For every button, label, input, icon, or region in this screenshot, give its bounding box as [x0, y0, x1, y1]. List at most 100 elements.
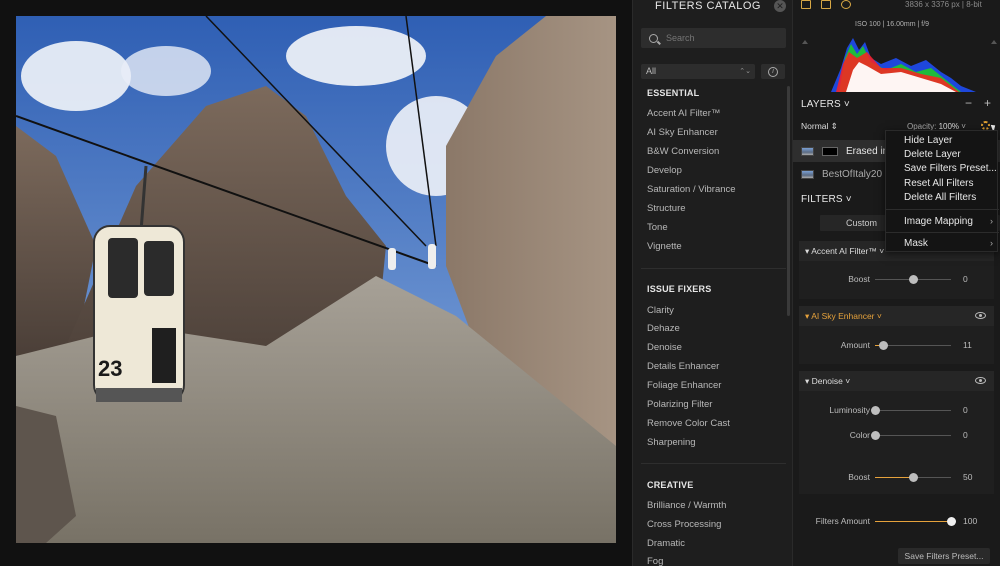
- section-divider: [641, 268, 786, 269]
- eye-icon[interactable]: [975, 312, 986, 319]
- panel-toolbar: [801, 0, 851, 9]
- menu-separator: [886, 232, 999, 233]
- filter-header-denoise[interactable]: ▾ Denoise ˅: [799, 371, 994, 391]
- layer-thumbnail: [801, 146, 814, 156]
- slider-label: Boost: [848, 274, 870, 284]
- slider-value[interactable]: 100: [963, 516, 983, 526]
- slider-fill: [875, 521, 951, 522]
- photo-preview[interactable]: 23: [16, 16, 616, 543]
- slider-knob[interactable]: [879, 341, 889, 350]
- layers-tools: − +: [965, 96, 991, 110]
- catalog-item[interactable]: Accent AI Filter™: [647, 108, 720, 119]
- catalog-item[interactable]: B&W Conversion: [647, 146, 719, 157]
- expand-triangle-icon: ▾: [805, 311, 810, 321]
- menu-item-delete-all-filters[interactable]: Delete All Filters: [904, 192, 976, 203]
- gear-icon[interactable]: [981, 121, 990, 130]
- filter-header-ai-sky-enhancer[interactable]: ▾ AI Sky Enhancer ˅: [799, 306, 994, 326]
- eye-icon[interactable]: [975, 377, 986, 384]
- catalog-item[interactable]: Tone: [647, 222, 668, 233]
- select-arrows-icon: ⌃⌄: [739, 68, 751, 75]
- slider-value[interactable]: 0: [963, 274, 983, 284]
- menu-item-reset-all-filters[interactable]: Reset All Filters: [904, 178, 973, 189]
- slider-track[interactable]: [871, 406, 951, 415]
- catalog-scrollbar[interactable]: [787, 86, 790, 316]
- filters-title[interactable]: FILTERS ˅: [801, 194, 852, 205]
- menu-item-delete-layer[interactable]: Delete Layer: [904, 149, 961, 160]
- catalog-item[interactable]: Saturation / Vibrance: [647, 184, 736, 195]
- section-creative: CREATIVE: [647, 480, 694, 490]
- menu-item-image-mapping[interactable]: Image Mapping: [904, 216, 973, 227]
- slider-fill: [875, 477, 913, 478]
- catalog-item[interactable]: Develop: [647, 165, 682, 176]
- catalog-item[interactable]: Remove Color Cast: [647, 418, 730, 429]
- search-icon: [649, 33, 658, 43]
- slider-value[interactable]: 0: [963, 405, 983, 415]
- slider-knob[interactable]: [947, 517, 956, 526]
- slider-boost[interactable]: Boost 50: [799, 471, 994, 485]
- layer-mask-thumbnail: [822, 146, 838, 156]
- slider-filters-amount[interactable]: Filters Amount 100: [799, 515, 994, 529]
- slider-track[interactable]: [875, 473, 951, 482]
- filter-name: Denoise: [811, 376, 843, 386]
- slider-value[interactable]: 11: [963, 340, 983, 350]
- layers-title[interactable]: LAYERS ˅: [801, 99, 850, 110]
- menu-item-hide-layer[interactable]: Hide Layer: [904, 135, 952, 146]
- info-button[interactable]: i: [761, 64, 785, 79]
- search-box[interactable]: [641, 28, 786, 48]
- slider-color[interactable]: Color 0: [799, 429, 994, 443]
- expand-triangle-icon: ▾: [805, 246, 810, 256]
- layer-context-menu: Hide Layer Delete Layer Save Filters Pre…: [885, 130, 999, 252]
- catalog-item[interactable]: AI Sky Enhancer: [647, 127, 718, 138]
- slider-value[interactable]: 0: [963, 430, 983, 440]
- adjustments-panel: 3836 x 3376 px | 8-bit ISO 100 | 16.00mm…: [792, 0, 1000, 566]
- select-arrows-icon: ⇕: [828, 121, 838, 131]
- catalog-item[interactable]: Clarity: [647, 305, 674, 316]
- image-canvas[interactable]: 23: [0, 0, 632, 566]
- slider-track[interactable]: [875, 341, 951, 350]
- slider-label: Amount: [840, 340, 870, 350]
- info-icon[interactable]: [841, 0, 851, 9]
- catalog-item[interactable]: Brilliance / Warmth: [647, 500, 726, 511]
- blend-mode-select[interactable]: Normal ⇕: [801, 121, 838, 132]
- filter-name: AI Sky Enhancer: [811, 311, 875, 321]
- layers-icon[interactable]: [821, 0, 831, 9]
- slider-knob[interactable]: [871, 406, 880, 415]
- catalog-item[interactable]: Fog: [647, 556, 663, 566]
- slider-track[interactable]: [875, 517, 956, 526]
- catalog-item[interactable]: Vignette: [647, 241, 682, 252]
- slider-track[interactable]: [875, 275, 951, 284]
- catalog-item[interactable]: Dehaze: [647, 323, 680, 334]
- catalog-item[interactable]: Denoise: [647, 342, 682, 353]
- slider-label: Boost: [848, 472, 870, 482]
- slider-value[interactable]: 50: [963, 472, 983, 482]
- slider-amount[interactable]: Amount 11: [799, 339, 994, 353]
- catalog-item[interactable]: Dramatic: [647, 538, 685, 549]
- image-dimensions: 3836 x 3376 px | 8-bit: [905, 0, 982, 9]
- layer-thumbnail: [801, 169, 814, 179]
- catalog-item[interactable]: Foliage Enhancer: [647, 380, 721, 391]
- menu-item-save-filters-preset[interactable]: Save Filters Preset...: [904, 163, 997, 174]
- catalog-item[interactable]: Polarizing Filter: [647, 399, 712, 410]
- close-icon[interactable]: ✕: [774, 0, 786, 12]
- chevron-down-icon: ˅: [842, 194, 852, 205]
- minus-icon[interactable]: −: [965, 96, 972, 110]
- catalog-item[interactable]: Structure: [647, 203, 686, 214]
- slider-knob[interactable]: [909, 275, 918, 284]
- slider-knob[interactable]: [909, 473, 918, 482]
- filters-title-label: FILTERS: [801, 194, 843, 205]
- category-select[interactable]: All ⌃⌄: [641, 64, 755, 79]
- chevron-down-icon: ˅: [879, 246, 885, 256]
- slider-knob[interactable]: [871, 431, 880, 440]
- slider-luminosity[interactable]: Luminosity 0: [799, 404, 994, 418]
- slider-track[interactable]: [871, 431, 951, 440]
- catalog-item[interactable]: Sharpening: [647, 437, 696, 448]
- catalog-item[interactable]: Cross Processing: [647, 519, 721, 530]
- slider-boost[interactable]: Boost 0: [799, 273, 994, 287]
- plus-icon[interactable]: +: [984, 96, 991, 110]
- search-input[interactable]: [666, 33, 776, 43]
- histogram-icon[interactable]: [801, 0, 811, 9]
- menu-item-mask[interactable]: Mask: [904, 238, 928, 249]
- save-filters-preset-button[interactable]: Save Filters Preset...: [898, 548, 990, 564]
- category-select-value: All: [646, 66, 657, 76]
- catalog-item[interactable]: Details Enhancer: [647, 361, 719, 372]
